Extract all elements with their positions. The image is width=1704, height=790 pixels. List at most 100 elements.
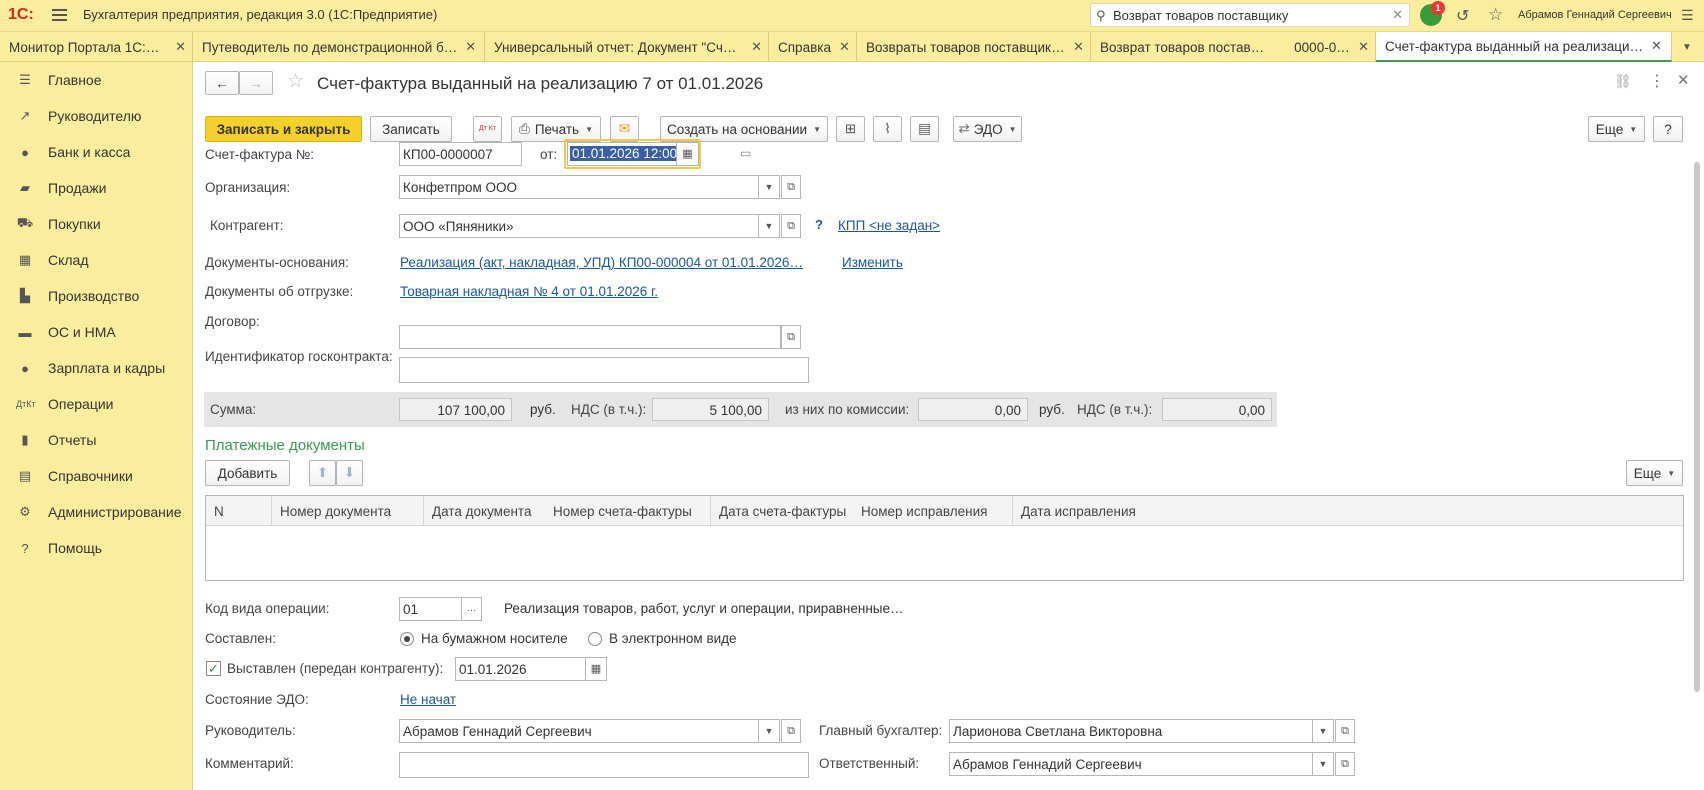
tab-universal-report[interactable]: Универсальный отчет: Документ "Счет… ✕: [485, 32, 769, 62]
calendar-icon[interactable]: ▦: [677, 142, 699, 166]
counterparty-field[interactable]: ООО «Пяняники»: [399, 214, 759, 238]
add-payment-button[interactable]: Добавить: [205, 460, 290, 486]
clear-search-icon[interactable]: ✕: [1392, 7, 1403, 23]
journal-button[interactable]: ▤: [910, 116, 939, 142]
close-icon[interactable]: ✕: [175, 39, 186, 55]
issued-checkbox[interactable]: ✓: [206, 661, 221, 676]
tabs-more-icon[interactable]: ▼: [1672, 32, 1702, 62]
favorites-icon[interactable]: ☆: [1488, 5, 1503, 25]
sidebar-item-reports[interactable]: ▮ Отчеты: [0, 422, 192, 458]
tab-help[interactable]: Справка ✕: [769, 32, 857, 62]
shipment-docs-link[interactable]: Товарная накладная № 4 от 01.01.2026 г.: [400, 284, 658, 299]
responsible-open-icon[interactable]: ⧉: [1335, 752, 1355, 776]
close-icon[interactable]: ✕: [1651, 38, 1662, 54]
structure-button[interactable]: ⊞: [836, 116, 865, 142]
question-icon[interactable]: ?: [815, 217, 823, 232]
responsible-dropdown[interactable]: ▼: [1313, 752, 1334, 776]
close-icon[interactable]: ✕: [751, 39, 762, 55]
column-header[interactable]: Дата счета-фактуры: [711, 496, 853, 526]
tab-return-doc[interactable]: Возврат товаров постав… 0000-000001 ✕: [1091, 32, 1376, 62]
notifications-icon[interactable]: 1: [1420, 1, 1445, 26]
sidebar-item-sales[interactable]: ▰ Продажи: [0, 170, 192, 206]
sidebar-item-catalogs[interactable]: ▤ Справочники: [0, 458, 192, 494]
current-user[interactable]: Абрамов Геннадий Сергеевич: [1518, 9, 1672, 21]
chief-accountant-field[interactable]: Ларионова Светлана Викторовна: [949, 719, 1313, 743]
favorite-star-icon[interactable]: ☆: [287, 70, 304, 93]
close-icon[interactable]: ✕: [465, 39, 476, 55]
column-header[interactable]: Номер исправления: [853, 496, 1013, 526]
change-link[interactable]: Изменить: [842, 255, 903, 270]
head-open-icon[interactable]: ⧉: [781, 719, 801, 743]
invoice-no-field[interactable]: КП00-0000007: [399, 142, 522, 166]
chief-accountant-open-icon[interactable]: ⧉: [1335, 719, 1355, 743]
close-icon[interactable]: ✕: [1073, 39, 1084, 55]
electronic-radio-label[interactable]: В электронном виде: [609, 631, 737, 646]
column-header[interactable]: Номер документа: [272, 496, 424, 526]
edo-button[interactable]: ⇄ ЭДО ▼: [953, 116, 1022, 142]
paper-radio[interactable]: [400, 632, 414, 646]
organization-dropdown[interactable]: ▼: [759, 175, 780, 199]
sidebar-item-help[interactable]: ? Помощь: [0, 530, 192, 566]
chief-accountant-dropdown[interactable]: ▼: [1313, 719, 1334, 743]
edo-state-link[interactable]: Не начат: [400, 692, 456, 707]
save-and-close-button[interactable]: Записать и закрыть: [205, 116, 362, 142]
sidebar-item-main[interactable]: ☰ Главное: [0, 62, 192, 98]
main-menu-icon[interactable]: [52, 9, 67, 21]
column-header[interactable]: N: [206, 496, 272, 526]
base-docs-link[interactable]: Реализация (акт, накладная, УПД) КП00-00…: [400, 255, 803, 270]
head-field[interactable]: Абрамов Геннадий Сергеевич: [399, 719, 759, 743]
organization-open-icon[interactable]: ⧉: [781, 175, 801, 199]
dtkt-button[interactable]: Дт Кт: [473, 116, 502, 142]
sidebar-item-assets[interactable]: ▬ ОС и НМА: [0, 314, 192, 350]
op-code-field[interactable]: 01: [399, 597, 462, 621]
comment-field[interactable]: [399, 752, 809, 778]
settings-menu-icon[interactable]: ☰: [1681, 7, 1694, 24]
scrollbar-thumb[interactable]: [1694, 162, 1700, 692]
issued-label[interactable]: Выставлен (передан контрагенту):: [227, 661, 443, 676]
move-down-button[interactable]: ⬇: [336, 460, 363, 486]
form-scrollbar[interactable]: [1693, 150, 1701, 790]
column-header[interactable]: Номер счета-фактуры: [545, 496, 711, 526]
contract-field[interactable]: [399, 325, 781, 349]
sidebar-item-production[interactable]: ▙ Производство: [0, 278, 192, 314]
sidebar-item-director[interactable]: ↗ Руководителю: [0, 98, 192, 134]
help-button[interactable]: ?: [1653, 116, 1683, 142]
forward-button[interactable]: →: [239, 71, 273, 95]
tab-its-monitor[interactable]: Монитор Портала 1С:ИТС ✕: [0, 32, 193, 62]
column-header[interactable]: Дата документа: [424, 496, 545, 526]
calendar-icon[interactable]: ▦: [586, 657, 607, 681]
issued-date-field[interactable]: 01.01.2026: [455, 657, 586, 681]
counterparty-open-icon[interactable]: ⧉: [781, 214, 801, 238]
more-actions-icon[interactable]: ⋮: [1649, 71, 1665, 91]
tab-invoice[interactable]: Счет-фактура выданный на реализаци… ✕: [1376, 32, 1672, 62]
gov-contract-id-field[interactable]: [399, 357, 809, 383]
sidebar-item-operations[interactable]: ДтКт Операции: [0, 386, 192, 422]
tab-guide[interactable]: Путеводитель по демонстрационной б… ✕: [193, 32, 485, 62]
electronic-radio[interactable]: [588, 632, 602, 646]
tab-returns-list[interactable]: Возвраты товаров поставщикам ✕: [857, 32, 1091, 62]
close-icon[interactable]: ✕: [839, 39, 850, 55]
organization-field[interactable]: Конфетпром ООО: [399, 175, 759, 199]
contract-open-icon[interactable]: ⧉: [781, 325, 801, 349]
back-button[interactable]: ←: [205, 71, 239, 95]
sidebar-item-payroll[interactable]: ● Зарплата и кадры: [0, 350, 192, 386]
head-dropdown[interactable]: ▼: [759, 719, 780, 743]
sidebar-item-admin[interactable]: ⚙ Администрирование: [0, 494, 192, 530]
paper-radio-label[interactable]: На бумажном носителе: [421, 631, 568, 646]
date-field[interactable]: 01.01.2026 12:00:00: [567, 142, 677, 166]
counterparty-dropdown[interactable]: ▼: [759, 214, 780, 238]
save-button[interactable]: Записать: [370, 116, 452, 142]
sidebar-item-warehouse[interactable]: ▦ Склад: [0, 242, 192, 278]
history-icon[interactable]: ↺: [1456, 6, 1469, 26]
attach-button[interactable]: ⌇: [873, 116, 902, 142]
op-code-select-icon[interactable]: …: [462, 597, 482, 621]
payments-more-button[interactable]: Еще ▼: [1626, 460, 1683, 486]
close-form-icon[interactable]: ✕: [1677, 71, 1690, 89]
sidebar-item-purchases[interactable]: ⛟ Покупки: [0, 206, 192, 242]
kpp-link[interactable]: КПП <не задан>: [838, 218, 940, 233]
payments-table[interactable]: N Номер документа Дата документа Номер с…: [205, 495, 1684, 581]
more-button[interactable]: Еще ▼: [1588, 116, 1645, 142]
responsible-field[interactable]: Абрамов Геннадий Сергеевич: [949, 752, 1313, 776]
link-icon[interactable]: ⛓: [1614, 73, 1632, 90]
comment-icon[interactable]: ▭: [740, 146, 751, 160]
